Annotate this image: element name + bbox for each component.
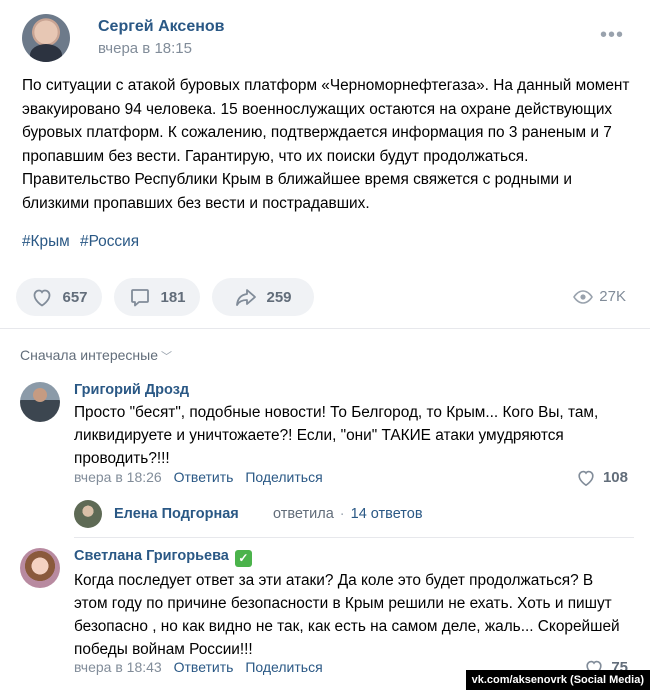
tag-russia[interactable]: #Россия: [80, 233, 139, 250]
comment-meta: вчера в 18:26 Ответить Поделиться: [74, 469, 323, 485]
post-header: Сергей Аксенов вчера в 18:15 •••: [22, 14, 632, 62]
divider: [74, 537, 634, 538]
commenter-avatar[interactable]: [20, 548, 60, 588]
sort-label: Сначала интересные: [20, 347, 158, 363]
heart-icon: [578, 470, 594, 487]
tag-crimea[interactable]: #Крым: [22, 233, 70, 250]
author-avatar[interactable]: [22, 14, 70, 62]
share-comment-button[interactable]: Поделиться: [245, 659, 322, 675]
thread-info: ответила · 14 ответов: [273, 506, 423, 522]
post-time[interactable]: вчера в 18:15: [98, 40, 192, 57]
commenter-name[interactable]: Григорий Дрозд: [74, 382, 189, 398]
commenter-name[interactable]: Светлана Григорьева ✓: [74, 548, 252, 567]
divider: [0, 328, 650, 329]
comment-text: Просто "бесят", подобные новости! То Бел…: [74, 404, 599, 467]
source-watermark: vk.com/aksenovrk (Social Media): [465, 670, 650, 690]
thread-avatar: [74, 500, 102, 528]
commenter-name-text: Светлана Григорьева: [74, 548, 229, 564]
share-comment-button[interactable]: Поделиться: [245, 469, 322, 485]
reply-button[interactable]: Ответить: [174, 659, 234, 675]
views-counter: 27K: [573, 288, 626, 305]
author-name[interactable]: Сергей Аксенов: [98, 18, 225, 36]
thread-author[interactable]: Елена Подгорная: [114, 506, 239, 522]
reply-button[interactable]: Ответить: [174, 469, 234, 485]
post-actions: 657 181 259 27K: [16, 278, 636, 316]
like-count: 657: [62, 288, 88, 306]
comment-time[interactable]: вчера в 18:26: [74, 469, 162, 485]
comment-like-count: 108: [602, 468, 628, 486]
more-options-icon[interactable]: •••: [600, 24, 624, 47]
comment-text: Когда последует ответ за эти атаки? Да к…: [74, 572, 620, 658]
views-count: 27K: [599, 288, 626, 305]
thread-replies-count[interactable]: 14 ответов: [351, 506, 423, 522]
comment-time[interactable]: вчера в 18:43: [74, 659, 162, 675]
heart-icon: [34, 289, 51, 307]
share-icon: [236, 289, 257, 306]
share-button[interactable]: 259: [212, 278, 314, 316]
comment-like-button[interactable]: 108: [575, 467, 628, 487]
eye-icon: [573, 289, 594, 304]
post-tags: #Крым #Россия: [22, 233, 145, 251]
comment-count: 181: [160, 288, 186, 306]
verified-icon: ✓: [234, 550, 252, 567]
thread-action: ответила: [273, 506, 334, 522]
post-text: По ситуации с атакой буровых платформ «Ч…: [22, 77, 630, 212]
comment-icon: [131, 289, 150, 307]
comment-sort-dropdown[interactable]: Сначала интересные ﹀: [20, 347, 172, 364]
chevron-down-icon: ﹀: [161, 351, 172, 363]
reply-thread[interactable]: Елена Подгорная ответила · 14 ответов: [74, 500, 634, 528]
like-button[interactable]: 657: [16, 278, 102, 316]
commenter-avatar[interactable]: [20, 382, 60, 422]
comment-meta: вчера в 18:43 Ответить Поделиться: [74, 659, 323, 675]
comment-button[interactable]: 181: [114, 278, 200, 316]
share-count: 259: [266, 288, 292, 306]
